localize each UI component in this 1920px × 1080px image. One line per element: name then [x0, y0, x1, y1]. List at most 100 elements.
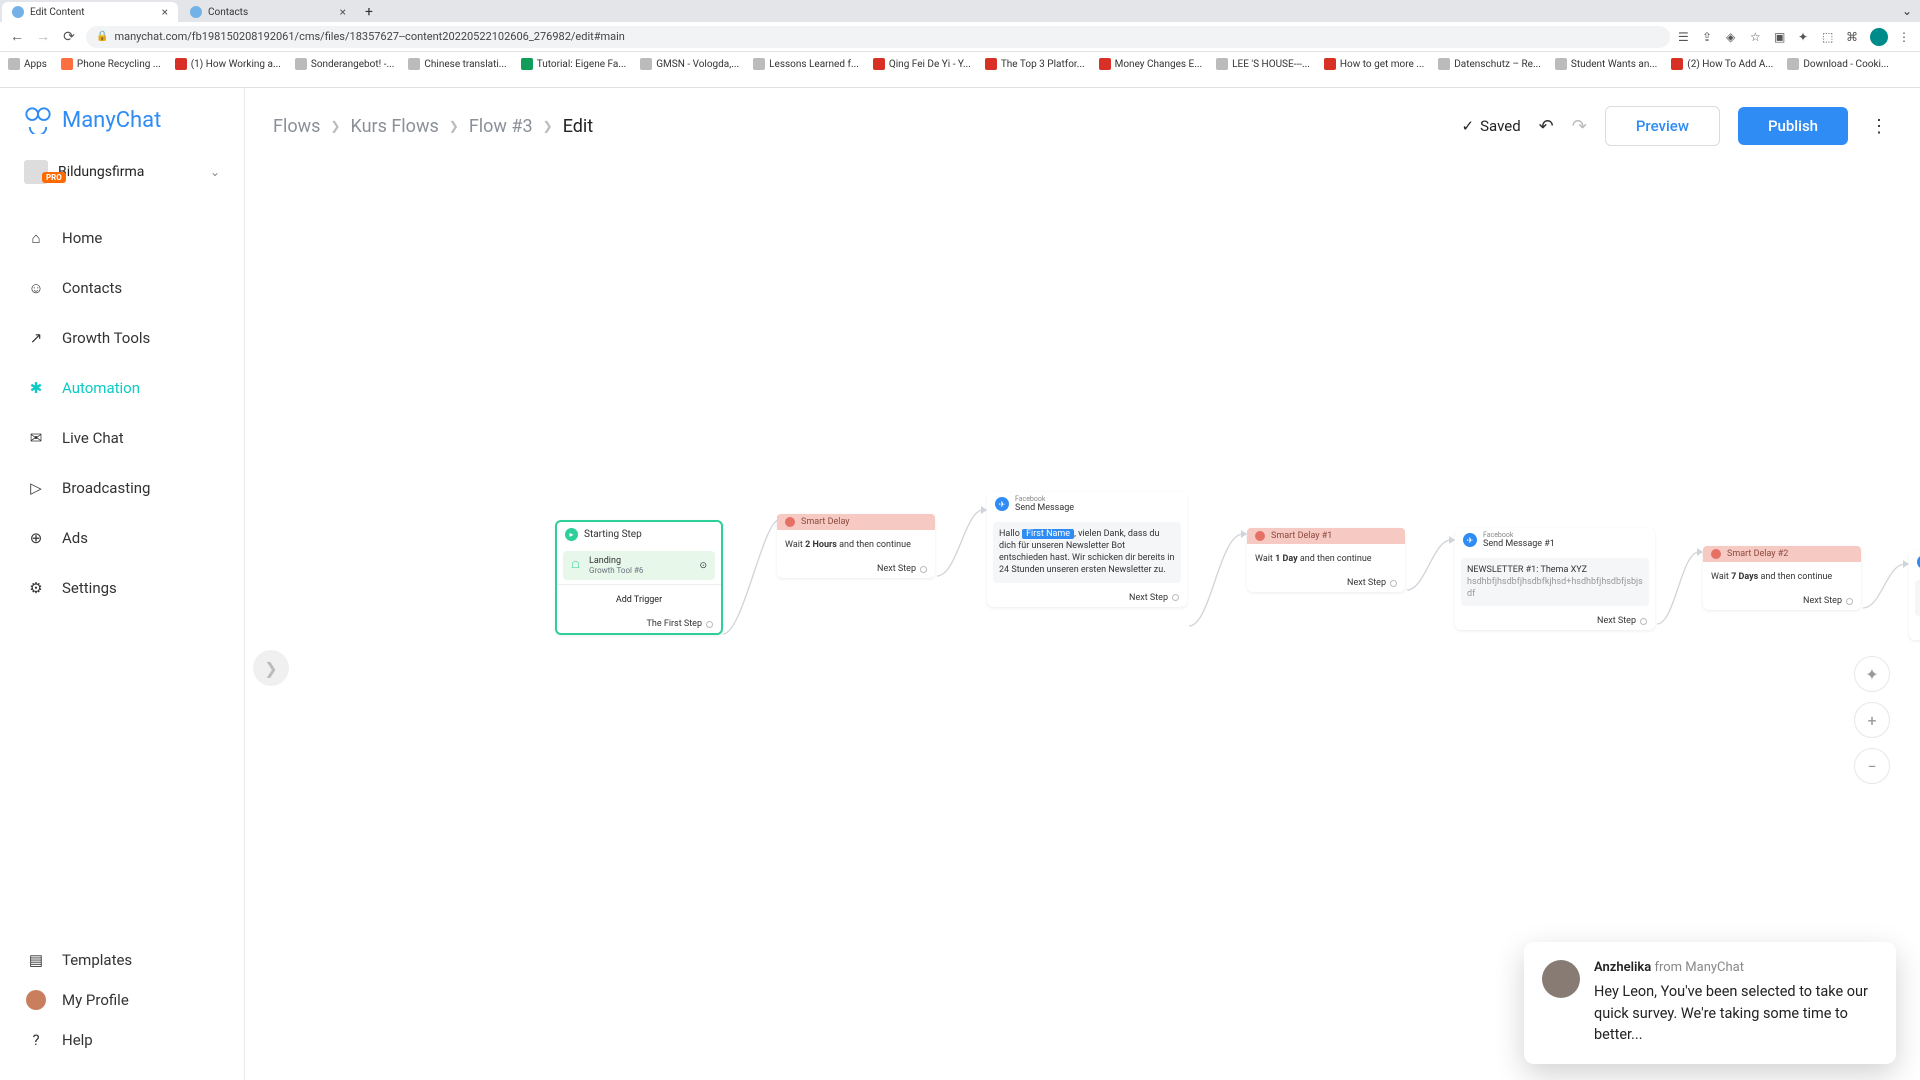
intercom-popup[interactable]: Anzhelika from ManyChat Hey Leon, You've… — [1524, 942, 1896, 1064]
port-icon[interactable] — [1172, 594, 1179, 601]
translate-icon[interactable]: ☰ — [1678, 30, 1692, 44]
port-icon[interactable] — [920, 566, 927, 573]
sidebar-item-growth-tools[interactable]: ↗Growth Tools — [0, 316, 244, 360]
pinterest-icon[interactable]: ◈ — [1726, 30, 1740, 44]
tab-edit-content[interactable]: Edit Content × — [2, 2, 178, 22]
node-send-message[interactable]: ✈FacebookSend Message Hallo First Name, … — [987, 492, 1187, 607]
sidebar-item-contacts[interactable]: ☺Contacts — [0, 266, 244, 310]
sidebar-item-help[interactable]: ?Help — [0, 1020, 244, 1060]
favicon-icon — [190, 6, 202, 18]
bookmark-item[interactable]: Datenschutz – Re... — [1438, 58, 1541, 70]
bookmark-item[interactable]: Qing Fei De Yi - Y... — [873, 58, 971, 70]
port-icon[interactable] — [1640, 618, 1647, 625]
reload-button[interactable]: ⟳ — [60, 28, 78, 46]
node-send-message-2[interactable]: ✈FacebookSend Message #2 NEWSLETTER #2: … — [1909, 550, 1920, 640]
bookmark-icon — [753, 58, 765, 70]
flow-canvas[interactable]: ❯ ✦ + − ▸Starting Step ☖ Landing Growth … — [245, 160, 1920, 1080]
sidebar-item-profile[interactable]: My Profile — [0, 980, 244, 1020]
kebab-menu-icon[interactable]: ⋮ — [1866, 116, 1892, 137]
back-button[interactable]: ← — [8, 28, 26, 46]
bookmark-icon — [1787, 58, 1799, 70]
zoom-in-button[interactable]: + — [1854, 702, 1890, 738]
bookmark-item[interactable]: Money Changes E... — [1099, 58, 1203, 70]
apps-shortcut[interactable]: Apps — [8, 58, 47, 70]
bookmark-item[interactable]: Lessons Learned f... — [753, 58, 859, 70]
account-name: Bildungsfirma — [58, 164, 200, 180]
bookmark-item[interactable]: Student Wants an... — [1555, 58, 1657, 70]
new-tab-button[interactable]: + — [358, 2, 380, 22]
port-icon[interactable] — [1390, 580, 1397, 587]
preview-button[interactable]: Preview — [1605, 106, 1720, 146]
sidebar-item-broadcasting[interactable]: ▷Broadcasting — [0, 466, 244, 510]
crumb-flow-3[interactable]: Flow #3 — [469, 116, 533, 137]
zoom-out-button[interactable]: − — [1854, 748, 1890, 784]
trigger-landing[interactable]: ☖ Landing Growth Tool #6 ⊙ — [563, 551, 715, 580]
message-body: Hallo First Name, vielen Dank, dass du d… — [993, 522, 1181, 583]
cog-icon[interactable]: ⊙ — [699, 561, 707, 571]
collapse-sidebar-button[interactable]: ❯ — [253, 650, 289, 686]
sidebar-item-settings[interactable]: ⚙Settings — [0, 566, 244, 610]
sidebar-item-live-chat[interactable]: ✉Live Chat — [0, 416, 244, 460]
extension2-icon[interactable]: ⬚ — [1822, 30, 1836, 44]
templates-icon: ▤ — [26, 950, 46, 970]
bookmark-item[interactable]: Phone Recycling ... — [61, 58, 161, 70]
bookmark-icon — [408, 58, 420, 70]
close-icon[interactable]: × — [162, 6, 168, 18]
chevron-down-icon[interactable]: ⌄ — [1902, 4, 1912, 18]
extension-icon[interactable]: ▣ — [1774, 30, 1788, 44]
bookmark-item[interactable]: The Top 3 Platfor... — [985, 58, 1085, 70]
port-icon[interactable] — [706, 621, 713, 628]
tab-contacts[interactable]: Contacts × — [180, 2, 356, 22]
ads-icon: ⊕ — [26, 528, 46, 548]
brand[interactable]: ManyChat — [0, 106, 244, 156]
node-starting-step[interactable]: ▸Starting Step ☖ Landing Growth Tool #6 … — [555, 520, 723, 635]
crumb-flows[interactable]: Flows — [273, 116, 320, 137]
qr-icon[interactable]: ⌘ — [1846, 30, 1860, 44]
node-smart-delay-2[interactable]: Smart Delay #2 Wait 7 Days and then cont… — [1703, 546, 1861, 610]
bookmark-item[interactable]: LEE 'S HOUSE---... — [1216, 58, 1310, 70]
node-send-message-1[interactable]: ✈FacebookSend Message #1 NEWSLETTER #1: … — [1455, 528, 1655, 630]
forward-button[interactable]: → — [34, 28, 52, 46]
sidebar-item-ads[interactable]: ⊕Ads — [0, 516, 244, 560]
browser-chrome: Edit Content × Contacts × + ⌄ ← → ⟳ 🔒 ma… — [0, 0, 1920, 88]
bookmark-item[interactable]: (1) How Working a... — [175, 58, 281, 70]
star-icon[interactable]: ☆ — [1750, 30, 1764, 44]
chevron-right-icon: ❯ — [330, 119, 340, 133]
bookmark-icon — [61, 58, 73, 70]
account-switcher[interactable]: PRO Bildungsfirma ⌄ — [18, 156, 226, 188]
undo-button[interactable]: ↶ — [1539, 116, 1554, 137]
bookmark-item[interactable]: Download - Cooki... — [1787, 58, 1889, 70]
bookmark-item[interactable]: Tutorial: Eigene Fa... — [521, 58, 627, 70]
bookmark-icon — [175, 58, 187, 70]
bookmark-item[interactable]: (2) How To Add A... — [1671, 58, 1773, 70]
sidebar-item-templates[interactable]: ▤Templates — [0, 940, 244, 980]
avatar[interactable] — [1870, 28, 1888, 46]
sidebar-item-home[interactable]: ⌂Home — [0, 216, 244, 260]
node-smart-delay[interactable]: Smart Delay Wait 2 Hours and then contin… — [777, 514, 935, 578]
check-icon: ✓ — [1462, 117, 1475, 135]
bookmark-item[interactable]: Chinese translati... — [408, 58, 506, 70]
bookmark-icon — [1099, 58, 1111, 70]
close-icon[interactable]: × — [340, 6, 346, 18]
node-smart-delay-1[interactable]: Smart Delay #1 Wait 1 Day and then conti… — [1247, 528, 1405, 592]
node-title: Smart Delay #1 — [1271, 531, 1332, 541]
menu-icon[interactable]: ⋮ — [1898, 30, 1912, 44]
publish-button[interactable]: Publish — [1738, 107, 1848, 145]
bookmark-item[interactable]: Sonderangebot! -... — [295, 58, 395, 70]
share-icon[interactable]: ⇪ — [1702, 30, 1716, 44]
click-tool-button[interactable]: ✦ — [1854, 656, 1890, 692]
bookmark-icon — [295, 58, 307, 70]
home-icon: ⌂ — [26, 228, 46, 248]
bookmark-icon — [640, 58, 652, 70]
port-icon[interactable] — [1846, 598, 1853, 605]
bookmark-item[interactable]: GMSN - Vologda,... — [640, 58, 739, 70]
bookmark-item[interactable]: How to get more ... — [1324, 58, 1424, 70]
puzzle-icon[interactable]: ✦ — [1798, 30, 1812, 44]
url-bar[interactable]: 🔒 manychat.com/fb198150208192061/cms/fil… — [86, 26, 1670, 48]
add-trigger-button[interactable]: Add Trigger — [557, 584, 721, 615]
contacts-icon: ☺ — [26, 278, 46, 298]
crumb-kurs-flows[interactable]: Kurs Flows — [350, 116, 438, 137]
sidebar-item-automation[interactable]: ✱Automation — [0, 366, 244, 410]
chevron-right-icon: ❯ — [543, 119, 553, 133]
clock-icon — [785, 517, 795, 527]
